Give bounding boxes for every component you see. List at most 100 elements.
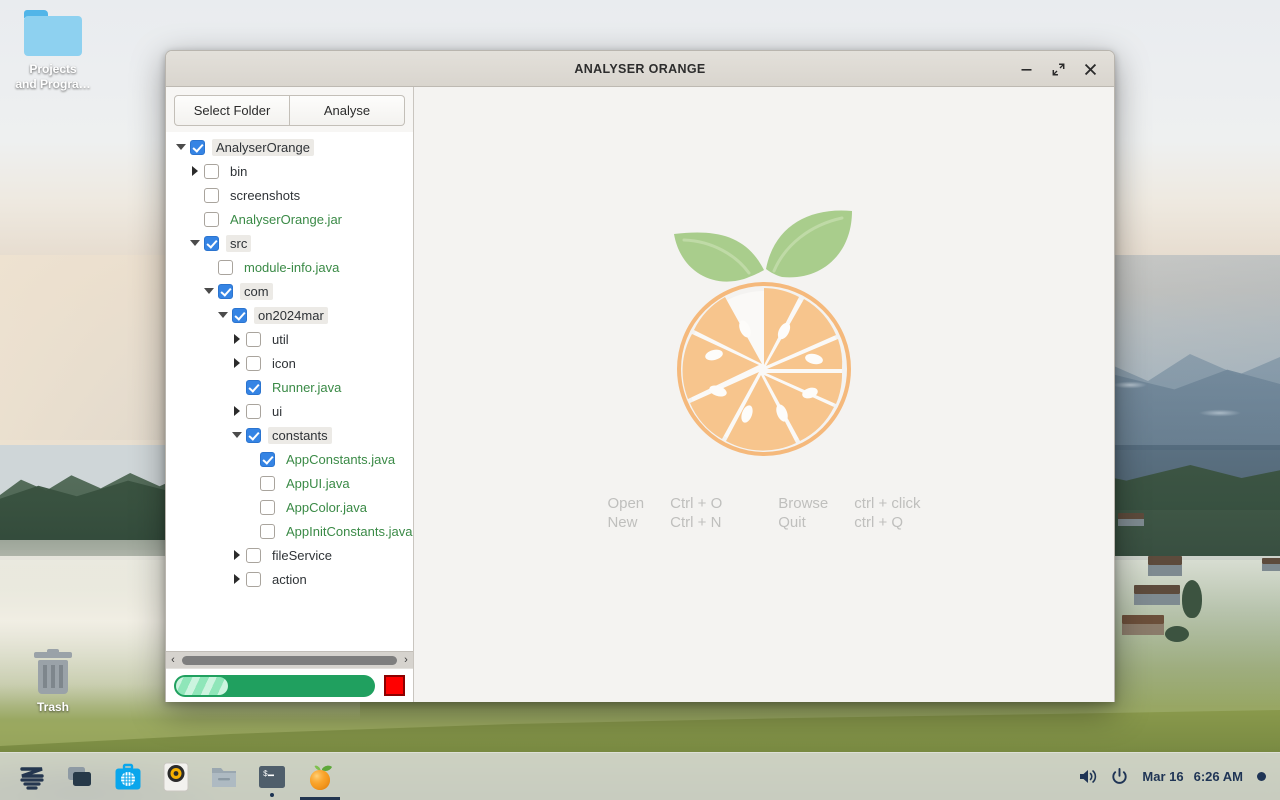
chevron-down-icon[interactable]	[214, 312, 232, 318]
analyser-orange-icon[interactable]	[296, 753, 344, 800]
tree-node[interactable]: constants	[166, 423, 413, 447]
tree-node-checkbox[interactable]	[218, 283, 233, 299]
chevron-right-icon[interactable]	[186, 166, 204, 176]
shortcut-keys-browse: ctrl + click	[854, 495, 921, 512]
trash-icon	[33, 649, 73, 696]
terminal-icon[interactable]: $	[248, 753, 296, 800]
tree-node-checkbox[interactable]	[260, 475, 275, 491]
tree-node[interactable]: src	[166, 231, 413, 255]
power-icon[interactable]	[1111, 768, 1128, 785]
tree-node-checkbox[interactable]	[232, 307, 247, 323]
tree-node-label: on2024mar	[254, 306, 328, 324]
tree-node-label: ui	[272, 403, 283, 419]
tree-node[interactable]: AppUI.java	[166, 471, 413, 495]
svg-text:$: $	[263, 770, 268, 779]
tree-node[interactable]: screenshots	[166, 183, 413, 207]
status-bar	[166, 668, 413, 702]
desktop-icon-label-line2: and Progra…	[15, 77, 91, 91]
scroll-left-arrow[interactable]: ‹	[166, 654, 180, 666]
chevron-right-icon[interactable]	[228, 334, 246, 344]
clock-date: Mar 16	[1142, 769, 1184, 784]
tree-node-label: action	[272, 571, 307, 587]
wallpaper-hut	[1148, 556, 1182, 576]
tree-node-checkbox[interactable]	[204, 187, 219, 203]
title-bar[interactable]: ANALYSER ORANGE	[166, 51, 1114, 87]
content-panel: Open Ctrl + O Browse ctrl + click New Ct…	[414, 87, 1114, 702]
chevron-down-icon[interactable]	[228, 432, 246, 438]
software-store-icon[interactable]	[104, 753, 152, 800]
clock[interactable]: Mar 16 6:26 AM	[1142, 769, 1243, 784]
chevron-right-icon[interactable]	[228, 574, 246, 584]
tree-node-label: screenshots	[230, 187, 301, 203]
tree-node-checkbox[interactable]	[246, 403, 261, 419]
tree-node[interactable]: on2024mar	[166, 303, 413, 327]
tree-node[interactable]: AppConstants.java	[166, 447, 413, 471]
tree-node-label: com	[240, 282, 273, 300]
tree-node-checkbox[interactable]	[246, 355, 261, 371]
shortcuts-legend: Open Ctrl + O Browse ctrl + click New Ct…	[607, 495, 920, 531]
desktop-icon-trash[interactable]: Trash	[4, 649, 102, 715]
tree-node[interactable]: com	[166, 279, 413, 303]
scroll-right-arrow[interactable]: ›	[399, 654, 413, 666]
tree-node[interactable]: icon	[166, 351, 413, 375]
stop-button[interactable]	[384, 675, 405, 696]
notifications-icon[interactable]	[1257, 772, 1266, 781]
window-switcher-icon[interactable]	[56, 753, 104, 800]
chevron-right-icon[interactable]	[228, 406, 246, 416]
tree-node-label: AppUI.java	[286, 475, 350, 491]
file-tree[interactable]: AnalyserOrange bin screenshots AnalyserOran…	[166, 132, 413, 651]
tree-node[interactable]: util	[166, 327, 413, 351]
close-button[interactable]	[1076, 55, 1104, 83]
tree-node[interactable]: AnalyserOrange	[166, 135, 413, 159]
tree-node-checkbox[interactable]	[246, 379, 261, 395]
tree-node-checkbox[interactable]	[260, 499, 275, 515]
maximize-button[interactable]	[1044, 55, 1072, 83]
application-window: ANALYSER ORANGE Select Folder Analyse An…	[165, 50, 1115, 702]
folder-icon	[24, 10, 82, 56]
tree-node[interactable]: AppColor.java	[166, 495, 413, 519]
tree-node-label: fileService	[272, 547, 332, 563]
tree-node-checkbox[interactable]	[260, 523, 275, 539]
tree-node[interactable]: bin	[166, 159, 413, 183]
tree-node-label: AnalyserOrange	[212, 138, 314, 156]
tree-node[interactable]: AnalyserOrange.jar	[166, 207, 413, 231]
desktop-icon-projects[interactable]: Projects and Progra…	[4, 10, 102, 92]
chevron-right-icon[interactable]	[228, 550, 246, 560]
tree-node[interactable]: action	[166, 567, 413, 591]
shortcut-action-quit: Quit	[778, 514, 806, 531]
scrollbar-thumb[interactable]	[182, 655, 397, 665]
minimize-button[interactable]	[1012, 55, 1040, 83]
tree-node[interactable]: module-info.java	[166, 255, 413, 279]
tree-node-checkbox[interactable]	[204, 163, 219, 179]
tree-node-checkbox[interactable]	[246, 427, 261, 443]
tree-node[interactable]: ui	[166, 399, 413, 423]
tree-node-checkbox[interactable]	[246, 571, 261, 587]
tree-node-checkbox[interactable]	[204, 235, 219, 251]
tree-node-checkbox[interactable]	[246, 547, 261, 563]
window-title: ANALYSER ORANGE	[574, 61, 706, 76]
horizontal-scrollbar[interactable]: ‹ ›	[166, 651, 413, 668]
rhythmbox-icon[interactable]	[152, 753, 200, 800]
tree-node-label: src	[226, 234, 252, 252]
tree-node-checkbox[interactable]	[260, 451, 275, 467]
desktop-icon-label-line1: Projects	[29, 62, 77, 76]
zorin-menu-icon[interactable]	[8, 753, 56, 800]
chevron-down-icon[interactable]	[200, 288, 218, 294]
tree-node-checkbox[interactable]	[190, 139, 205, 155]
tree-node-label: icon	[272, 355, 296, 371]
tree-node-checkbox[interactable]	[246, 331, 261, 347]
select-folder-button[interactable]: Select Folder	[174, 95, 290, 126]
chevron-down-icon[interactable]	[172, 144, 190, 150]
tree-node[interactable]: AppInitConstants.java	[166, 519, 413, 543]
analyse-button[interactable]: Analyse	[290, 95, 405, 126]
tree-node[interactable]: fileService	[166, 543, 413, 567]
tree-node-label: util	[272, 331, 289, 347]
tree-node[interactable]: Runner.java	[166, 375, 413, 399]
chevron-down-icon[interactable]	[186, 240, 204, 246]
shortcut-keys-open: Ctrl + O	[670, 495, 723, 512]
tree-node-checkbox[interactable]	[218, 259, 233, 275]
volume-icon[interactable]	[1078, 768, 1097, 785]
file-manager-icon[interactable]	[200, 753, 248, 800]
chevron-right-icon[interactable]	[228, 358, 246, 368]
tree-node-checkbox[interactable]	[204, 211, 219, 227]
